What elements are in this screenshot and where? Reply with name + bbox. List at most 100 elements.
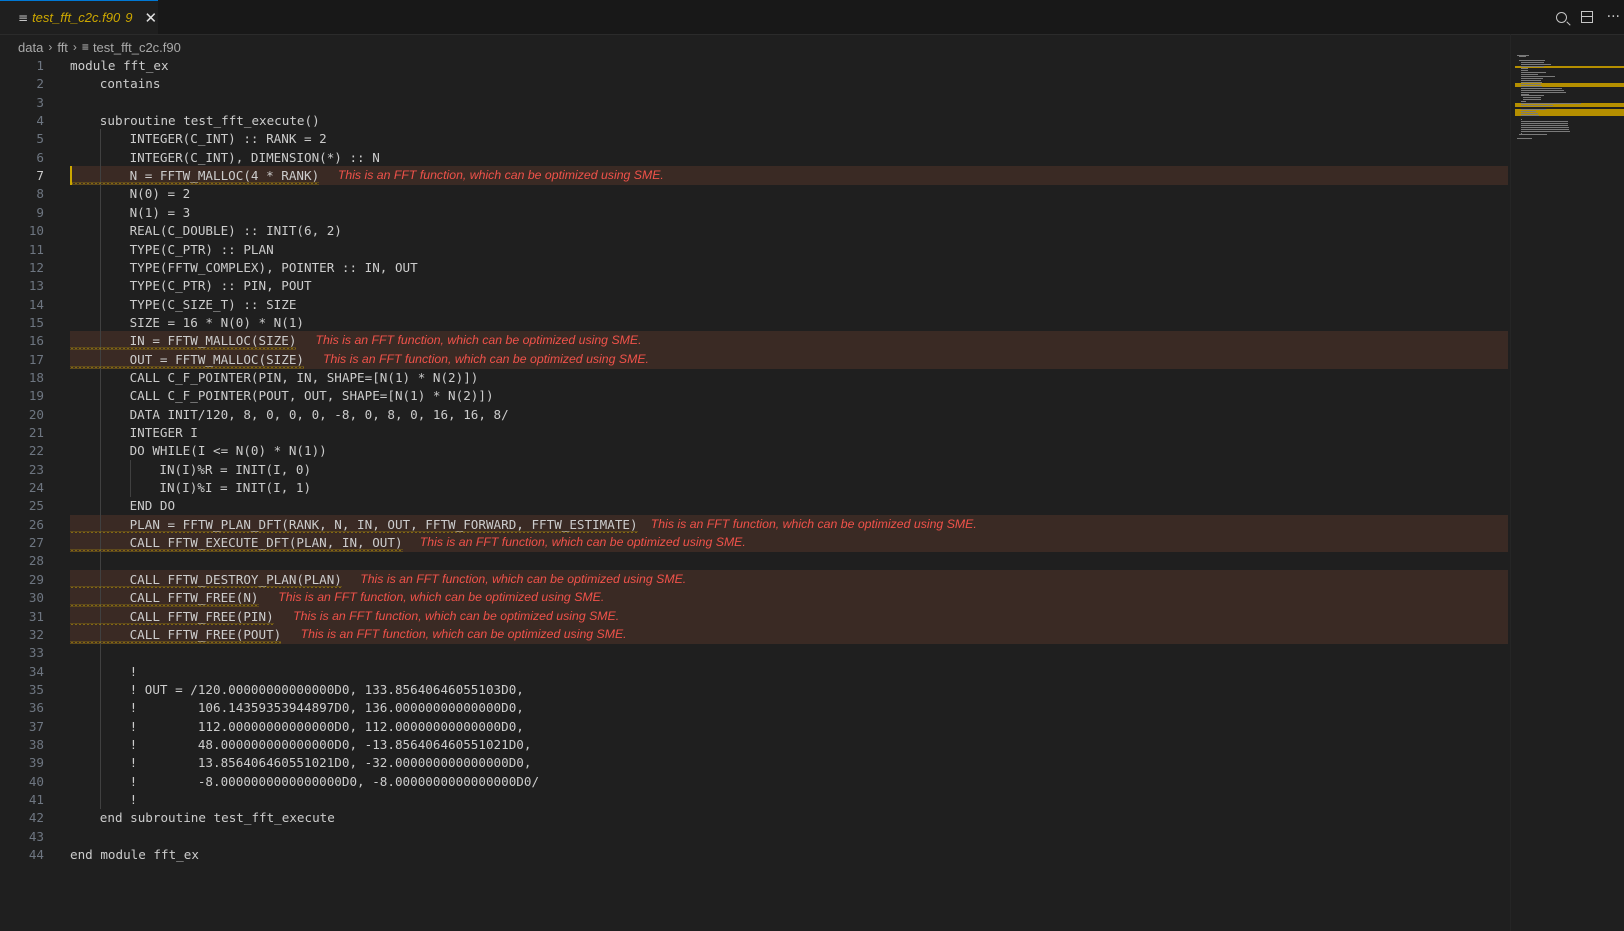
inline-diagnostic-message: This is an FFT function, which can be op… (322, 351, 649, 366)
code-line[interactable]: 29 CALL FFTW_DESTROY_PLAN(PLAN) This is an… (0, 569, 1508, 589)
code-line[interactable]: 35 ! OUT = /120.00000000000000D0, 133.856… (0, 679, 1508, 699)
line-number: 30 (28, 590, 44, 606)
breadcrumb-item-file[interactable]: test_fft_c2c.f90 (93, 40, 181, 55)
code-line[interactable]: 40 ! -8.0000000000000000D0, -8.0000000000… (0, 771, 1508, 791)
close-icon[interactable]: ✕ (144, 9, 157, 27)
line-number: 43 (28, 828, 44, 844)
code-line[interactable]: 44 end module fft_ex (0, 845, 1508, 864)
line-number: 3 (36, 94, 44, 110)
code-line[interactable]: 21 INTEGER I (0, 423, 1508, 442)
code-line[interactable]: 16 IN = FFTW_MALLOC(SIZE) This is an FFT f… (0, 331, 1508, 351)
inline-diagnostic-message: This is an FFT function, which can be op… (419, 535, 746, 550)
line-number: 5 (36, 131, 44, 147)
code-line[interactable]: 43 (0, 827, 1508, 846)
code-line[interactable]: 17 OUT = FFTW_MALLOC(SIZE) This is an FFT … (0, 349, 1508, 369)
code-line[interactable]: 30 CALL FFTW_FREE(N) This is an FFT functi… (0, 588, 1508, 608)
code-line[interactable]: 13 TYPE(C_PTR) :: PIN, POUT (0, 276, 1508, 296)
editor-window: ≡ test_fft_c2c.f90 9 ✕ ··· data › fft › … (0, 0, 1624, 931)
minimap-line (1521, 91, 1566, 93)
code-text: ! (129, 792, 138, 807)
code-line[interactable]: 27 CALL FFTW_EXECUTE_DFT(PLAN, IN, OUT) Th… (0, 533, 1508, 553)
code-line[interactable]: 14 TYPE(C_SIZE_T) :: SIZE (0, 294, 1508, 314)
code-line[interactable]: 33 (0, 643, 1508, 663)
code-line[interactable]: 20 DATA INIT/120, 8, 0, 0, 0, -8, 0, 8, 0… (0, 404, 1508, 424)
code-line[interactable]: 22 DO WHILE(I <= N(0) * N(1)) (0, 441, 1508, 461)
code-line[interactable]: 31 CALL FFTW_FREE(PIN) This is an FFT func… (0, 606, 1508, 626)
code-line[interactable]: 37 ! 112.00000000000000D0, 112.0000000000… (0, 716, 1508, 736)
tab-bar: ≡ test_fft_c2c.f90 9 ✕ ··· (0, 0, 1624, 35)
minimap-line (1521, 77, 1543, 79)
code-line[interactable]: 7 N = FFTW_MALLOC(4 * RANK) This is an FFT… (0, 166, 1508, 186)
code-editor[interactable]: 1 module fft_ex 2 contains 3 4 subroutine test… (0, 56, 1510, 931)
code-line[interactable]: 26 PLAN = FFTW_PLAN_DFT(RANK, N, IN, OUT,… (0, 514, 1508, 534)
code-line[interactable]: 19 CALL C_F_POINTER(POUT, OUT, SHAPE=[N(1… (0, 386, 1508, 406)
code-text: CALL C_F_POINTER(PIN, IN, SHAPE=[N(1) * … (129, 369, 479, 385)
indent-guide (99, 661, 101, 681)
indent-guide (99, 643, 101, 663)
minimap-line (1519, 60, 1546, 62)
line-number: 32 (28, 626, 44, 642)
line-number: 6 (36, 149, 44, 165)
code-line[interactable]: 15 SIZE = 16 * N(0) * N(1) (0, 312, 1508, 332)
code-text: end subroutine test_fft_execute (99, 810, 335, 826)
code-text: IN = FFTW_MALLOC(SIZE) (70, 331, 297, 351)
warning-line-highlight (70, 624, 1508, 644)
tab-test-fft-c2c[interactable]: ≡ test_fft_c2c.f90 9 ✕ (0, 0, 158, 34)
code-line[interactable]: 36 ! 106.14359353944897D0, 136.0000000000… (0, 698, 1508, 718)
code-line[interactable]: 10 REAL(C_DOUBLE) :: INIT(6, 2) (0, 221, 1508, 241)
code-line[interactable]: 24 IN(I)%I = INIT(I, 1) (0, 478, 1508, 498)
indent-guide (99, 147, 101, 167)
breadcrumb-item-fft[interactable]: fft (57, 40, 68, 55)
line-number: 24 (28, 480, 44, 496)
code-line[interactable]: 4 subroutine test_fft_execute() (0, 111, 1508, 130)
code-text: ! 112.00000000000000D0, 112.000000000000… (129, 718, 524, 734)
code-text: CALL FFTW_FREE(PIN) (70, 606, 274, 626)
code-line[interactable]: 41! (0, 790, 1508, 809)
code-text: N(1) = 3 (129, 204, 191, 220)
code-line[interactable]: 3 (0, 93, 1508, 112)
code-line[interactable]: 9 N(1) = 3 (0, 202, 1508, 222)
minimap-line (1521, 66, 1544, 68)
indent-guide (99, 551, 101, 571)
indent-guide (99, 478, 101, 498)
line-number: 42 (28, 810, 44, 826)
code-line[interactable]: 2 contains (0, 74, 1508, 93)
code-line[interactable]: 1 module fft_ex (0, 56, 1508, 75)
indent-guide (99, 276, 101, 296)
code-line[interactable]: 6 INTEGER(C_INT), DIMENSION(*) :: N (0, 147, 1508, 167)
split-editor-icon[interactable] (1580, 11, 1593, 23)
code-line[interactable]: 39 ! 13.856406460551021D0, -32.0000000000… (0, 753, 1508, 773)
warning-line-highlight (70, 606, 1508, 626)
minimap-line (1521, 85, 1542, 87)
breadcrumb-item-data[interactable]: data (18, 40, 43, 55)
code-text: module fft_ex (70, 58, 169, 73)
minimap[interactable] (1515, 54, 1624, 154)
inline-diagnostic-message: This is an FFT function, which can be op… (360, 571, 687, 586)
code-line[interactable]: 18 CALL C_F_POINTER(PIN, IN, SHAPE=[N(1) … (0, 367, 1508, 387)
minimap-line (1521, 126, 1569, 128)
line-number: 19 (28, 388, 44, 404)
vertical-scrollbar-track[interactable] (1510, 34, 1511, 931)
minimap-line (1521, 62, 1545, 64)
indent-guide (99, 734, 101, 754)
code-line[interactable]: 34! (0, 661, 1508, 681)
code-line[interactable]: 11 TYPE(C_PTR) :: PLAN (0, 239, 1508, 259)
code-line[interactable]: 28 (0, 551, 1508, 571)
minimap-line (1521, 89, 1565, 91)
code-line[interactable]: 42 end subroutine test_fft_execute (0, 808, 1508, 827)
minimap-line (1521, 75, 1556, 77)
line-number: 35 (28, 681, 44, 697)
code-line[interactable]: 38 ! 48.000000000000000D0, -13.8564064605… (0, 734, 1508, 754)
code-line[interactable]: 32 CALL FFTW_FREE(POUT) This is an FFT fun… (0, 624, 1508, 644)
more-actions-icon[interactable]: ··· (1607, 9, 1620, 25)
line-number: 7 (36, 168, 44, 184)
code-line[interactable]: 5 INTEGER(C_INT) :: RANK = 2 (0, 129, 1508, 149)
code-line[interactable]: 8 N(0) = 2 (0, 184, 1508, 204)
code-line[interactable]: 12 TYPE(FFTW_COMPLEX), POINTER :: IN, OUT (0, 257, 1508, 277)
code-line[interactable]: 25 END DO (0, 496, 1508, 516)
line-number: 33 (28, 645, 44, 661)
code-line[interactable]: 23 IN(I)%R = INIT(I, 0) (0, 459, 1508, 479)
minimap-line (1521, 130, 1570, 132)
minimap-line (1519, 134, 1547, 136)
search-icon[interactable] (1555, 11, 1567, 23)
